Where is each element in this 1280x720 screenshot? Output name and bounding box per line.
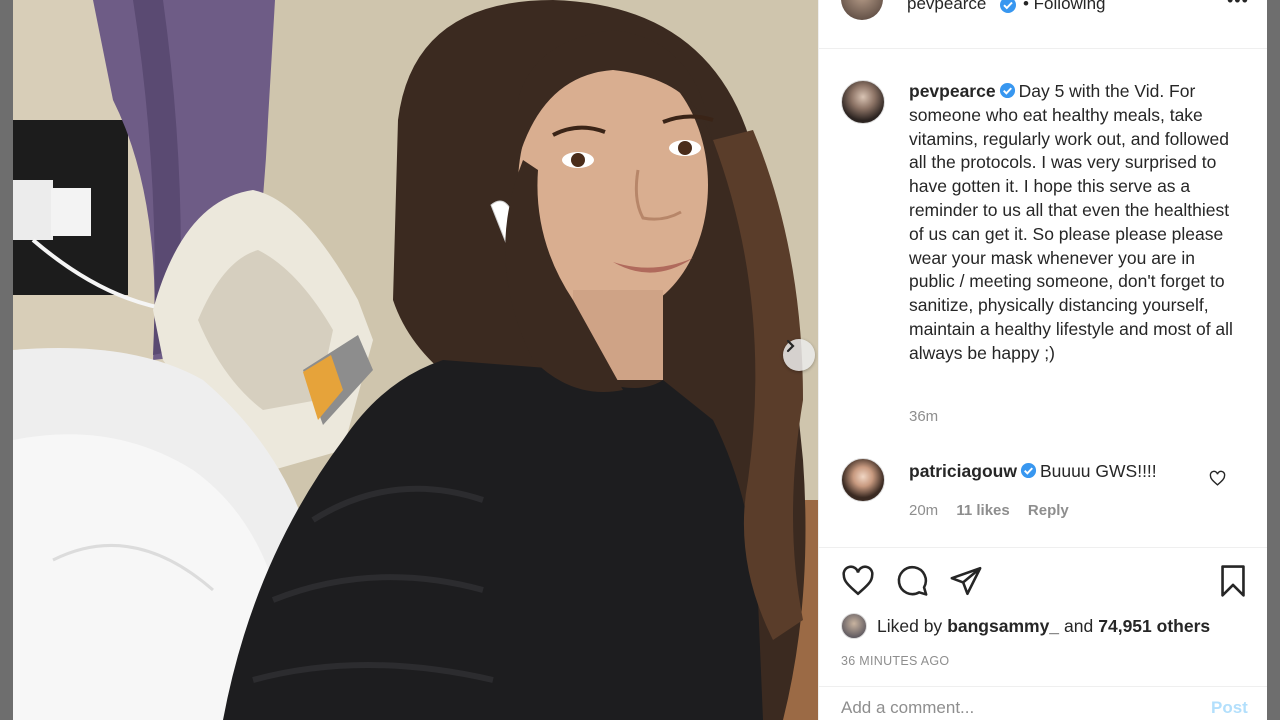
comment-meta: 20m 11 likes Reply	[909, 502, 1083, 519]
save-bookmark-icon[interactable]	[1217, 564, 1249, 598]
liked-by-others[interactable]: 74,951 others	[1098, 616, 1210, 637]
post-details-panel: pevpearce • Following ••• pevpearce Day 5…	[818, 0, 1268, 720]
post-header: pevpearce • Following •••	[819, 0, 1268, 49]
comment: patriciagouw Buuuu GWS!!!!	[909, 461, 1157, 482]
next-photo-button[interactable]	[783, 339, 815, 371]
comment-avatar[interactable]	[841, 458, 885, 502]
caption-timestamp[interactable]: 36m	[909, 408, 938, 425]
caption-username[interactable]: pevpearce	[909, 81, 996, 101]
add-comment-input[interactable]: Add a comment...	[841, 698, 974, 718]
add-comment-bar: Add a comment... Post	[819, 686, 1268, 720]
comment-username[interactable]: patriciagouw	[909, 461, 1017, 481]
comment-likes-count[interactable]: 11 likes	[956, 502, 1009, 519]
liked-by-conjunction: and	[1064, 615, 1094, 636]
comment-reply-button[interactable]: Reply	[1028, 502, 1069, 519]
post-comment-button[interactable]: Post	[1211, 698, 1248, 718]
right-margin	[1267, 0, 1280, 720]
post-actions-section: Liked by bangsammy_ and 74,951 others 36…	[819, 547, 1268, 720]
comment-like-heart-icon[interactable]	[1209, 470, 1226, 487]
verified-badge-icon	[1020, 462, 1036, 479]
caption-avatar[interactable]	[841, 80, 885, 124]
post-image	[13, 0, 818, 720]
share-paper-plane-icon[interactable]	[949, 564, 983, 598]
header-avatar[interactable]	[841, 0, 883, 20]
left-margin	[0, 0, 13, 720]
caption-text: Day 5 with the Vid. For someone who eat …	[909, 81, 1233, 363]
chevron-right-icon	[786, 339, 795, 353]
verified-badge-icon	[1000, 0, 1016, 13]
verified-badge-icon	[999, 82, 1015, 99]
post-photo[interactable]	[13, 0, 818, 720]
post-timestamp[interactable]: 36 MINUTES AGO	[841, 654, 949, 668]
comment-text: Buuuu GWS!!!!	[1039, 461, 1157, 481]
liked-by-prefix: Liked by	[877, 615, 943, 636]
post-caption: pevpearce Day 5 with the Vid. For someone…	[909, 80, 1239, 366]
comment-timestamp[interactable]: 20m	[909, 502, 938, 519]
following-button[interactable]: • Following	[1023, 0, 1106, 14]
liked-by-user[interactable]: bangsammy_	[947, 616, 1059, 637]
comment-bubble-icon[interactable]	[895, 564, 929, 598]
header-username[interactable]: pevpearce	[907, 0, 986, 14]
more-options-icon[interactable]: •••	[1227, 0, 1249, 11]
liked-by-summary: Liked by bangsammy_ and 74,951 others	[841, 612, 1215, 640]
liker-avatar[interactable]	[841, 613, 867, 639]
like-heart-icon[interactable]	[841, 564, 875, 598]
